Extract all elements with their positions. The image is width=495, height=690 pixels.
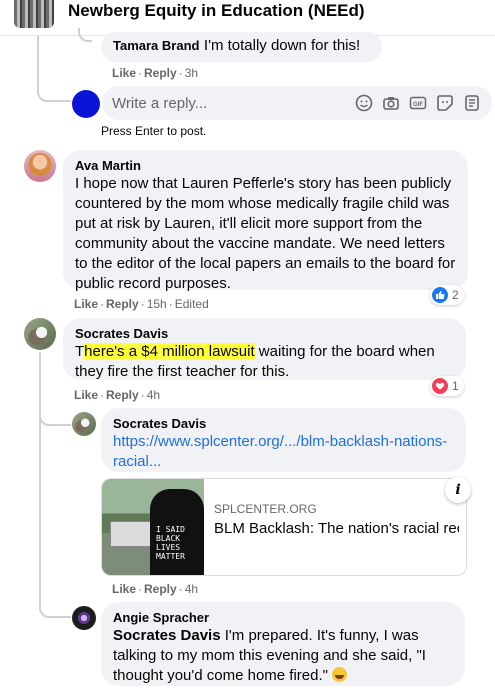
comment-time[interactable]: 4h <box>147 388 160 402</box>
avatar[interactable] <box>72 606 96 630</box>
svg-text:GIF: GIF <box>413 102 423 108</box>
comment-author[interactable]: Socrates Davis <box>75 326 454 342</box>
comment-actions: Like · Reply · 15h · Edited <box>74 297 209 311</box>
like-button[interactable]: Like <box>112 66 136 80</box>
edited-label[interactable]: Edited <box>175 297 209 311</box>
current-user-avatar <box>72 90 100 118</box>
comment-link[interactable]: https://www.splcenter.org/.../blm-backla… <box>113 432 454 472</box>
link-domain: SPLCENTER.ORG <box>214 502 317 516</box>
reaction-count: 1 <box>452 379 459 393</box>
group-header: Newberg Equity in Education (NEEd) <box>0 0 495 36</box>
avatar-sticker-icon[interactable] <box>463 94 481 112</box>
info-icon[interactable]: i <box>445 477 471 503</box>
comment-actions: Like · Reply · 4h <box>74 388 161 402</box>
link-preview-image: I SAID BLACK LIVES MATTER <box>102 479 204 575</box>
comment-text-prefix: T <box>75 343 85 360</box>
like-icon <box>432 287 448 303</box>
comment-author[interactable]: Angie Spracher <box>113 610 453 626</box>
post-hint: Press Enter to post. <box>101 124 207 138</box>
love-icon <box>432 378 448 394</box>
comment-author[interactable]: Ava Martin <box>75 158 456 174</box>
comment-text: Socrates Davis I'm prepared. It's funny,… <box>113 626 453 686</box>
comment-bubble: Ava Martin I hope now that Lauren Peffer… <box>63 150 468 292</box>
reaction-count: 2 <box>452 288 459 302</box>
thread-connector <box>39 402 71 426</box>
reply-box: GIF <box>102 86 492 120</box>
comment-author[interactable]: Tamara Brand <box>113 38 199 53</box>
reaction-badge[interactable]: 2 <box>430 285 464 305</box>
sign-shape <box>110 521 154 547</box>
comment-bubble: Angie Spracher Socrates Davis I'm prepar… <box>101 602 465 686</box>
comment-bubble: Socrates Davis https://www.splcenter.org… <box>101 408 466 472</box>
grinning-emoji-icon <box>332 667 348 682</box>
group-avatar[interactable] <box>14 0 54 28</box>
comment-actions: Like · Reply · 3h <box>112 66 199 80</box>
like-button[interactable]: Like <box>112 582 136 596</box>
comment-bubble: Tamara Brand I'm totally down for this! <box>101 32 382 62</box>
emoji-icon[interactable] <box>355 94 373 112</box>
comment-bubble: Socrates Davis There's a $4 million laws… <box>63 318 466 380</box>
link-preview-body: SPLCENTER.ORG BLM Backlash: The nation's… <box>214 501 459 539</box>
thread-connector <box>78 28 92 42</box>
shirt-text: I SAID BLACK LIVES MATTER <box>156 525 185 561</box>
comment-time[interactable]: 4h <box>185 582 198 596</box>
camera-icon[interactable] <box>382 94 400 112</box>
like-button[interactable]: Like <box>74 297 98 311</box>
reaction-badge[interactable]: 1 <box>430 376 464 396</box>
link-title[interactable]: BLM Backlash: The nation's racial reckon… <box>214 519 459 539</box>
gif-icon[interactable]: GIF <box>409 94 427 112</box>
sticker-icon[interactable] <box>436 94 454 112</box>
comment-time[interactable]: 3h <box>185 66 198 80</box>
link-preview-card[interactable]: I SAID BLACK LIVES MATTER SPLCENTER.ORG … <box>101 478 467 576</box>
comment-text: I hope now that Lauren Pefferle's story … <box>75 175 456 292</box>
reply-button[interactable]: Reply <box>144 66 177 80</box>
comment-time[interactable]: 15h <box>147 297 167 311</box>
reply-button[interactable]: Reply <box>106 388 139 402</box>
avatar[interactable] <box>72 412 96 436</box>
comment-text: There's a $4 million lawsuit waiting for… <box>75 342 454 382</box>
avatar[interactable] <box>24 150 56 182</box>
thread-line <box>39 352 41 592</box>
comment-text: I'm totally down for this! <box>203 37 361 54</box>
highlighted-text: here's a $4 million lawsuit <box>84 343 255 360</box>
avatar[interactable] <box>24 318 56 350</box>
like-button[interactable]: Like <box>74 388 98 402</box>
mention[interactable]: Socrates Davis <box>113 627 221 644</box>
comment-actions: Like · Reply · 4h <box>112 582 199 596</box>
comment-author[interactable]: Socrates Davis <box>113 416 454 432</box>
thread-connector <box>39 592 71 618</box>
group-title[interactable]: Newberg Equity in Education (NEEd) <box>68 1 365 21</box>
reply-button[interactable]: Reply <box>106 297 139 311</box>
thread-connector <box>37 70 71 102</box>
reply-input[interactable] <box>112 86 342 120</box>
reply-button[interactable]: Reply <box>144 582 177 596</box>
